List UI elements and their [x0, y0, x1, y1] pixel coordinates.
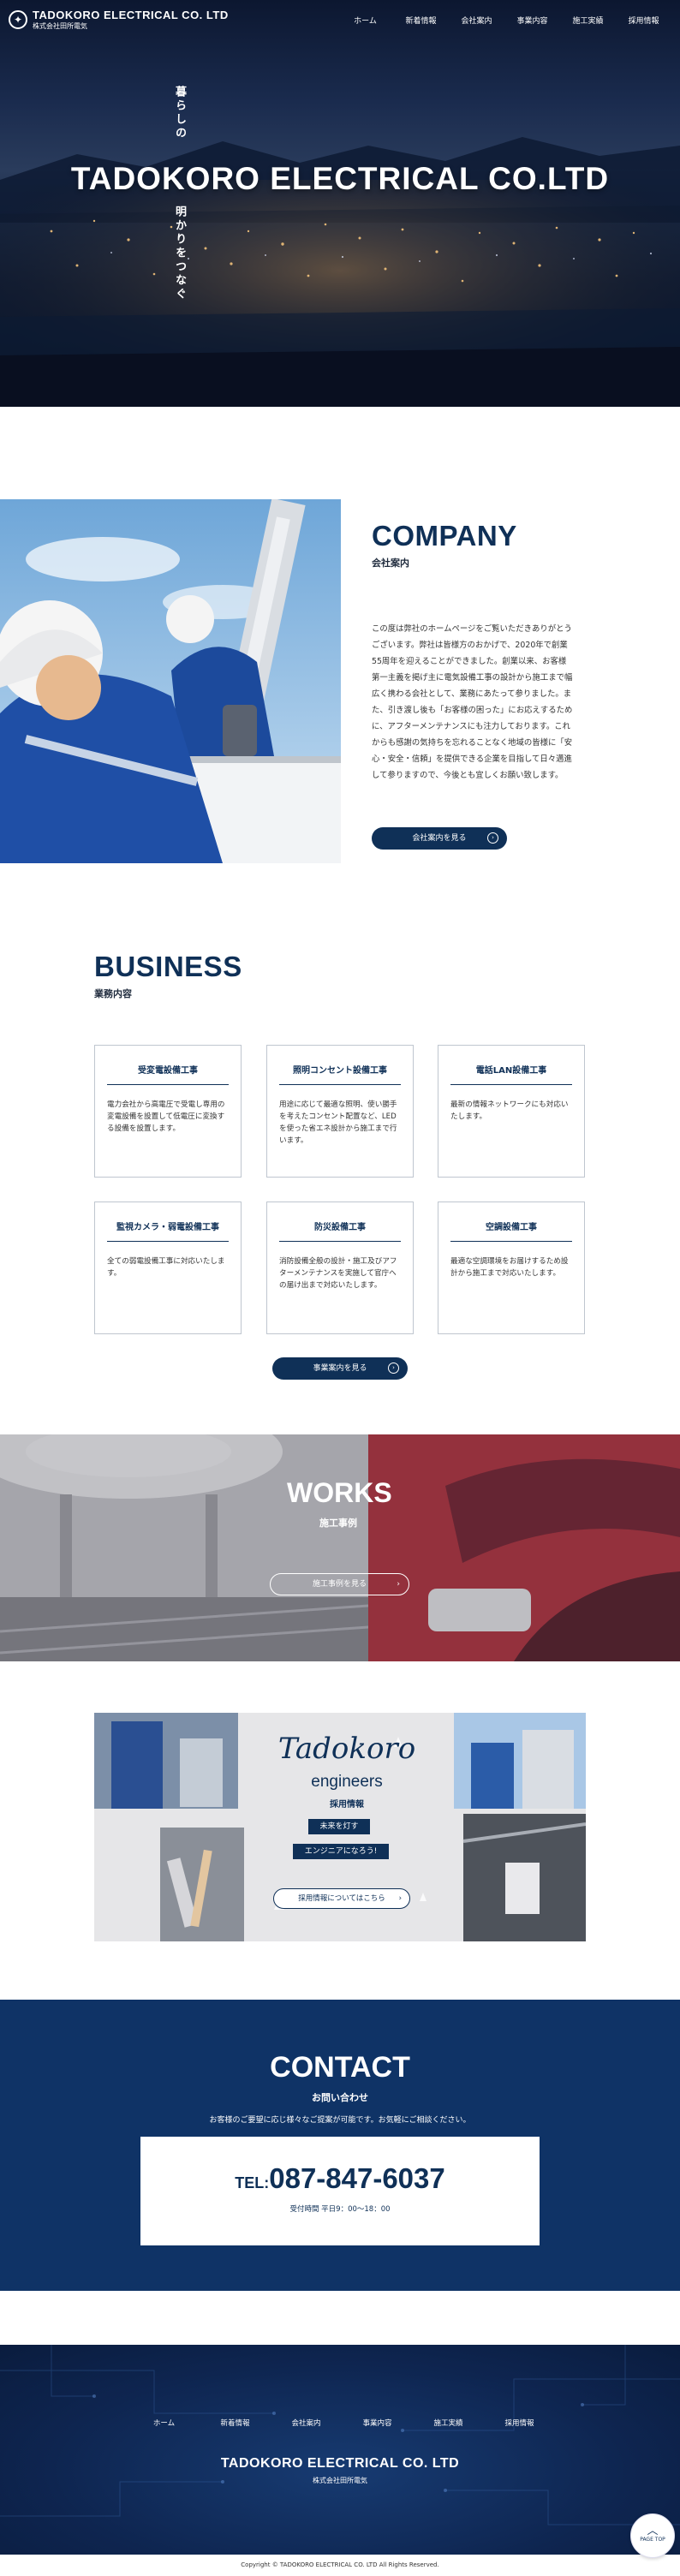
copyright: Copyright © TADOKORO ELECTRICAL CO. LTD …: [0, 2555, 680, 2576]
footer-company-name: TADOKORO ELECTRICAL CO. LTD: [220, 2456, 460, 2471]
company-body: この度は弊社のホームページをご覧いただきありがとうございます。弊社は皆様方のおか…: [372, 624, 573, 780]
card-title: 受変電設備工事: [107, 1063, 229, 1085]
footer-nav-business[interactable]: 事業内容: [342, 2418, 413, 2428]
contact-title: CONTACT: [270, 2051, 410, 2084]
recruit-more-button[interactable]: 採用情報についてはこちら ›: [273, 1888, 410, 1909]
night-city-lights: [0, 180, 680, 407]
logo-english: TADOKORO ELECTRICAL CO. LTD: [33, 8, 229, 21]
business-card[interactable]: 照明コンセント設備工事 用途に応じて最適な照明、使い勝手を考えたコンセント配置な…: [266, 1045, 414, 1178]
recruit-script-logo: Tadokoro: [277, 1732, 416, 1766]
phone-number[interactable]: TEL:087-847-6037: [140, 2162, 540, 2195]
business-title: BUSINESS: [94, 951, 242, 982]
footer-nav-home[interactable]: ホーム: [128, 2418, 200, 2428]
card-text: 電力会社から高電圧で受電し専用の変電設備を設置して低電圧に変換する設備を設置しま…: [107, 1100, 225, 1133]
business-more-button[interactable]: 事業案内を見る ›: [272, 1357, 408, 1380]
card-title: 電話LAN設備工事: [450, 1063, 572, 1085]
hero-copy-top: 暮らしの: [173, 86, 186, 140]
workers-illustration: [0, 499, 341, 863]
card-text: 全ての弱電設備工事に対応いたします。: [107, 1257, 225, 1278]
chevron-right-icon: ›: [398, 1894, 402, 1903]
nav-company[interactable]: 会社案内: [449, 15, 504, 26]
chevron-right-icon: ›: [388, 1363, 399, 1374]
company-heading: COMPANY 会社案内: [372, 520, 517, 569]
chevron-up-icon: ︿: [647, 2525, 659, 2537]
company-subtitle: 会社案内: [372, 558, 409, 569]
company-title: COMPANY: [372, 520, 517, 552]
logo-japanese: 株式会社田所電気: [33, 21, 87, 30]
card-text: 消防設備全般の設計・施工及びアフターメンテナンスを実施して官庁への届け出まで対応…: [279, 1257, 397, 1290]
company-photo: [0, 499, 341, 863]
works-overlay: [0, 1434, 680, 1661]
footer-nav-company[interactable]: 会社案内: [271, 2418, 342, 2428]
business-card[interactable]: 監視カメラ・弱電設備工事 全ての弱電設備工事に対応いたします。: [94, 1202, 242, 1334]
page-top-label: PAGE TOP: [640, 2537, 665, 2543]
nav-news[interactable]: 新着情報: [393, 15, 449, 26]
recruit-engineers: engineers: [311, 1773, 383, 1791]
nav-recruit[interactable]: 採用情報: [616, 15, 671, 26]
footer-nav-news[interactable]: 新着情報: [200, 2418, 271, 2428]
business-card[interactable]: 受変電設備工事 電力会社から高電圧で受電し専用の変電設備を設置して低電圧に変換す…: [94, 1045, 242, 1178]
hero-title: TADOKORO ELECTRICAL CO.LTD: [70, 161, 610, 196]
card-text: 最新の情報ネットワークにも対応いたします。: [450, 1100, 569, 1121]
works-title: WORKS: [287, 1477, 392, 1508]
circuit-pattern: [0, 2345, 680, 2525]
company-more-label: 会社案内を見る: [412, 834, 467, 843]
header-bar: ✦ TADOKORO ELECTRICAL CO. LTD 株式会社田所電気 ホ…: [0, 0, 680, 39]
card-text: 最適な空調環境をお届けするため設計から施工まで対応いたします。: [450, 1257, 569, 1278]
contact-subtitle: お問い合わせ: [312, 2092, 368, 2103]
chevron-right-icon: ›: [487, 832, 498, 844]
card-title: 監視カメラ・弱電設備工事: [107, 1219, 229, 1242]
contact-section: CONTACT お問い合わせ お客様のご要望に応じ様々なご提案が可能です。お気軽…: [0, 2000, 680, 2291]
company-more-button[interactable]: 会社案内を見る ›: [372, 827, 507, 850]
nav-works[interactable]: 施工実績: [560, 15, 616, 26]
recruit-more-label: 採用情報についてはこちら: [298, 1894, 385, 1903]
business-card[interactable]: 空調設備工事 最適な空調環境をお届けするため設計から施工まで対応いたします。: [438, 1202, 585, 1334]
global-nav: ホーム 新着情報 会社案内 事業内容 施工実績 採用情報: [337, 15, 671, 26]
footer: ホーム 新着情報 会社案内 事業内容 施工実績 採用情報 TADOKORO EL…: [0, 2345, 680, 2555]
card-text: 用途に応じて最適な照明、使い勝手を考えたコンセント配置など、LEDを使った省エネ…: [279, 1100, 397, 1145]
recruit-tag-engineer: エンジニアになろう!: [293, 1844, 389, 1859]
contact-phone-box: TEL:087-847-6037 受付時間 平日9：00～18：00: [140, 2137, 540, 2245]
tel-label: TEL:: [235, 2174, 270, 2191]
business-more-label: 事業案内を見る: [313, 1364, 367, 1373]
footer-nav-recruit[interactable]: 採用情報: [484, 2418, 555, 2428]
logo-icon[interactable]: ✦: [9, 10, 27, 29]
footer-company-name-jp: 株式会社田所電気: [313, 2477, 367, 2484]
business-card[interactable]: 電話LAN設備工事 最新の情報ネットワークにも対応いたします。: [438, 1045, 585, 1178]
hero-copy-bottom: 明かりをつなぐ: [173, 206, 186, 301]
works-more-button[interactable]: 施工事例を見る ›: [270, 1573, 409, 1595]
hero-section: ✦ TADOKORO ELECTRICAL CO. LTD 株式会社田所電気 ホ…: [0, 0, 680, 407]
recruit-banner[interactable]: Tadokoro engineers 採用情報 未来を灯す エンジニアになろう!…: [94, 1713, 586, 1941]
card-title: 照明コンセント設備工事: [279, 1063, 401, 1085]
business-hours: 受付時間 平日9：00～18：00: [289, 2205, 391, 2214]
card-title: 防災設備工事: [279, 1219, 401, 1242]
page-top-button[interactable]: ︿ PAGE TOP: [630, 2513, 675, 2558]
contact-description: お客様のご要望に応じ様々なご提案が可能です。お気軽にご相談ください。: [209, 2116, 471, 2125]
business-heading: BUSINESS 業務内容: [94, 951, 242, 1000]
recruit-heading: 採用情報: [330, 1800, 364, 1810]
business-card[interactable]: 防災設備工事 消防設備全般の設計・施工及びアフターメンテナンスを実施して官庁への…: [266, 1202, 414, 1334]
nav-home[interactable]: ホーム: [337, 15, 393, 26]
business-subtitle: 業務内容: [94, 988, 132, 999]
site-logo[interactable]: TADOKORO ELECTRICAL CO. LTD 株式会社田所電気: [33, 9, 229, 31]
chevron-right-icon: ›: [397, 1580, 400, 1589]
nav-business[interactable]: 事業内容: [504, 15, 560, 26]
works-subtitle: 施工事例: [319, 1518, 357, 1529]
works-more-label: 施工事例を見る: [312, 1580, 367, 1589]
works-section: WORKS 施工事例 施工事例を見る ›: [0, 1434, 680, 1661]
tel-number: 087-847-6037: [269, 2162, 445, 2194]
footer-nav: ホーム 新着情報 会社案内 事業内容 施工実績 採用情報: [128, 2418, 555, 2428]
footer-nav-works[interactable]: 施工実績: [413, 2418, 484, 2428]
card-title: 空調設備工事: [450, 1219, 572, 1242]
recruit-tag-future: 未来を灯す: [308, 1819, 370, 1834]
